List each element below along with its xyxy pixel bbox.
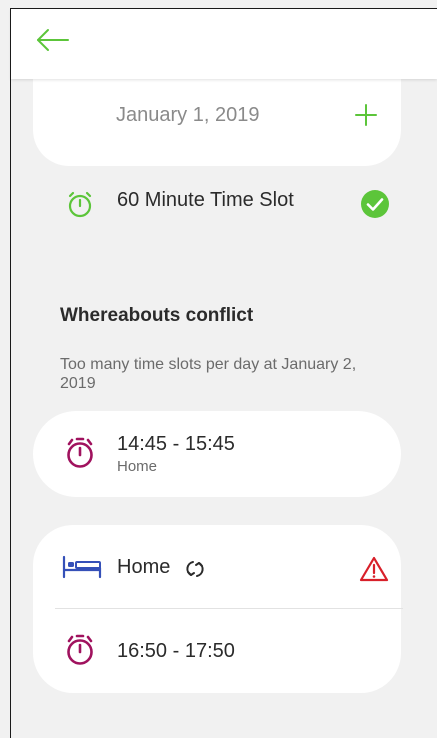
stopwatch-icon: [68, 191, 92, 218]
slot-location: Home: [117, 458, 158, 475]
slot-time: 14:45 - 15:45: [117, 433, 235, 455]
home-time: 16:50 - 17:50: [117, 640, 235, 662]
home-slot-card: Home 16:50 - 17:50: [33, 525, 403, 693]
conflict-title: Whereabouts conflict: [60, 305, 254, 326]
bed-icon: [62, 555, 102, 579]
stopwatch-icon: [67, 437, 93, 468]
home-time-row[interactable]: 16:50 - 17:50: [33, 609, 401, 693]
home-label: Home: [117, 556, 171, 578]
top-app-bar: [11, 9, 437, 79]
conflict-description: Too many time slots per day at January 2…: [60, 356, 357, 392]
timeslot-option-row[interactable]: 60 Minute Time Slot: [66, 186, 396, 218]
home-location-row[interactable]: Home: [33, 525, 401, 609]
check-circle-icon: [361, 190, 389, 218]
conflicting-slot-card[interactable]: 14:45 - 15:45 Home: [33, 411, 401, 497]
add-button[interactable]: [353, 102, 379, 128]
stopwatch-icon: [67, 634, 93, 665]
timeslot-label: 60 Minute Time Slot: [117, 189, 294, 211]
selected-date: January 1, 2019: [116, 104, 260, 126]
plus-icon: [355, 104, 377, 126]
sync-icon: [186, 561, 204, 577]
back-button[interactable]: [35, 27, 71, 55]
warning-triangle-icon[interactable]: [359, 556, 389, 582]
arrow-left-icon: [37, 29, 69, 51]
